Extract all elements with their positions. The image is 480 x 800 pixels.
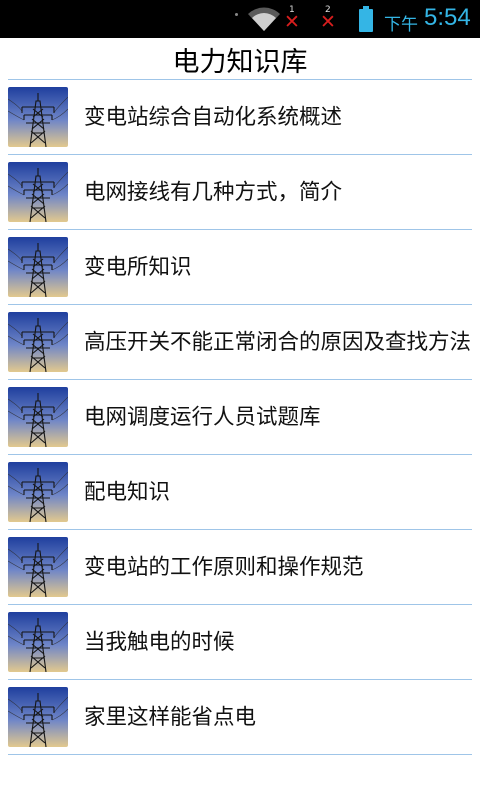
sim1-no-signal-mark: ✕ <box>284 11 300 33</box>
battery-icon <box>358 6 374 32</box>
list-item-label: 变电站综合自动化系统概述 <box>84 104 343 130</box>
list-item[interactable]: 电网接线有几种方式，简介 <box>0 155 480 230</box>
list-item[interactable]: 家里这样能省点电 <box>0 680 480 755</box>
power-tower-thumbnail <box>8 612 68 672</box>
list-item[interactable]: 配电知识 <box>0 455 480 530</box>
sim2-no-signal-icon: 2 ✕ <box>320 5 338 33</box>
power-tower-thumbnail <box>8 687 68 747</box>
status-bar: 1 ✕ 2 ✕ 下午 5:54 <box>0 0 480 38</box>
list-item[interactable]: 变电所知识 <box>0 230 480 305</box>
power-tower-thumbnail <box>8 87 68 147</box>
sim1-no-signal-icon: 1 ✕ <box>284 5 302 33</box>
list-item-label: 变电站的工作原则和操作规范 <box>84 554 364 580</box>
list-item[interactable]: 高压开关不能正常闭合的原因及查找方法 <box>0 305 480 380</box>
sim2-no-signal-mark: ✕ <box>320 11 336 33</box>
list-item-label: 家里这样能省点电 <box>84 704 257 730</box>
status-ampm: 下午 <box>384 15 418 35</box>
power-tower-thumbnail <box>8 162 68 222</box>
list-item[interactable]: 变电站的工作原则和操作规范 <box>0 530 480 605</box>
notification-dot <box>235 13 238 16</box>
list-item-label: 变电所知识 <box>84 254 192 280</box>
list-item-label: 高压开关不能正常闭合的原因及查找方法 <box>84 329 472 355</box>
power-tower-thumbnail <box>8 537 68 597</box>
page-title: 电力知识库 <box>172 46 308 78</box>
power-tower-thumbnail <box>8 237 68 297</box>
list-item-label: 电网调度运行人员试题库 <box>84 404 321 430</box>
list-item-label: 当我触电的时候 <box>84 629 235 655</box>
power-tower-thumbnail <box>8 312 68 372</box>
list-divider <box>8 754 472 755</box>
list-item-label: 配电知识 <box>84 479 171 505</box>
list-item[interactable]: 当我触电的时候 <box>0 605 480 680</box>
list-item[interactable]: 变电站综合自动化系统概述 <box>0 80 480 155</box>
status-clock: 5:54 <box>424 4 471 31</box>
list-item[interactable]: 电网调度运行人员试题库 <box>0 380 480 455</box>
article-list: 变电站综合自动化系统概述 电网接线有几种方式，简介 变电所知识 高压开关不能正常… <box>0 80 480 755</box>
wifi-icon <box>247 6 281 32</box>
power-tower-thumbnail <box>8 462 68 522</box>
title-bar: 电力知识库 <box>0 38 480 80</box>
list-item-label: 电网接线有几种方式，简介 <box>84 179 343 205</box>
power-tower-thumbnail <box>8 387 68 447</box>
